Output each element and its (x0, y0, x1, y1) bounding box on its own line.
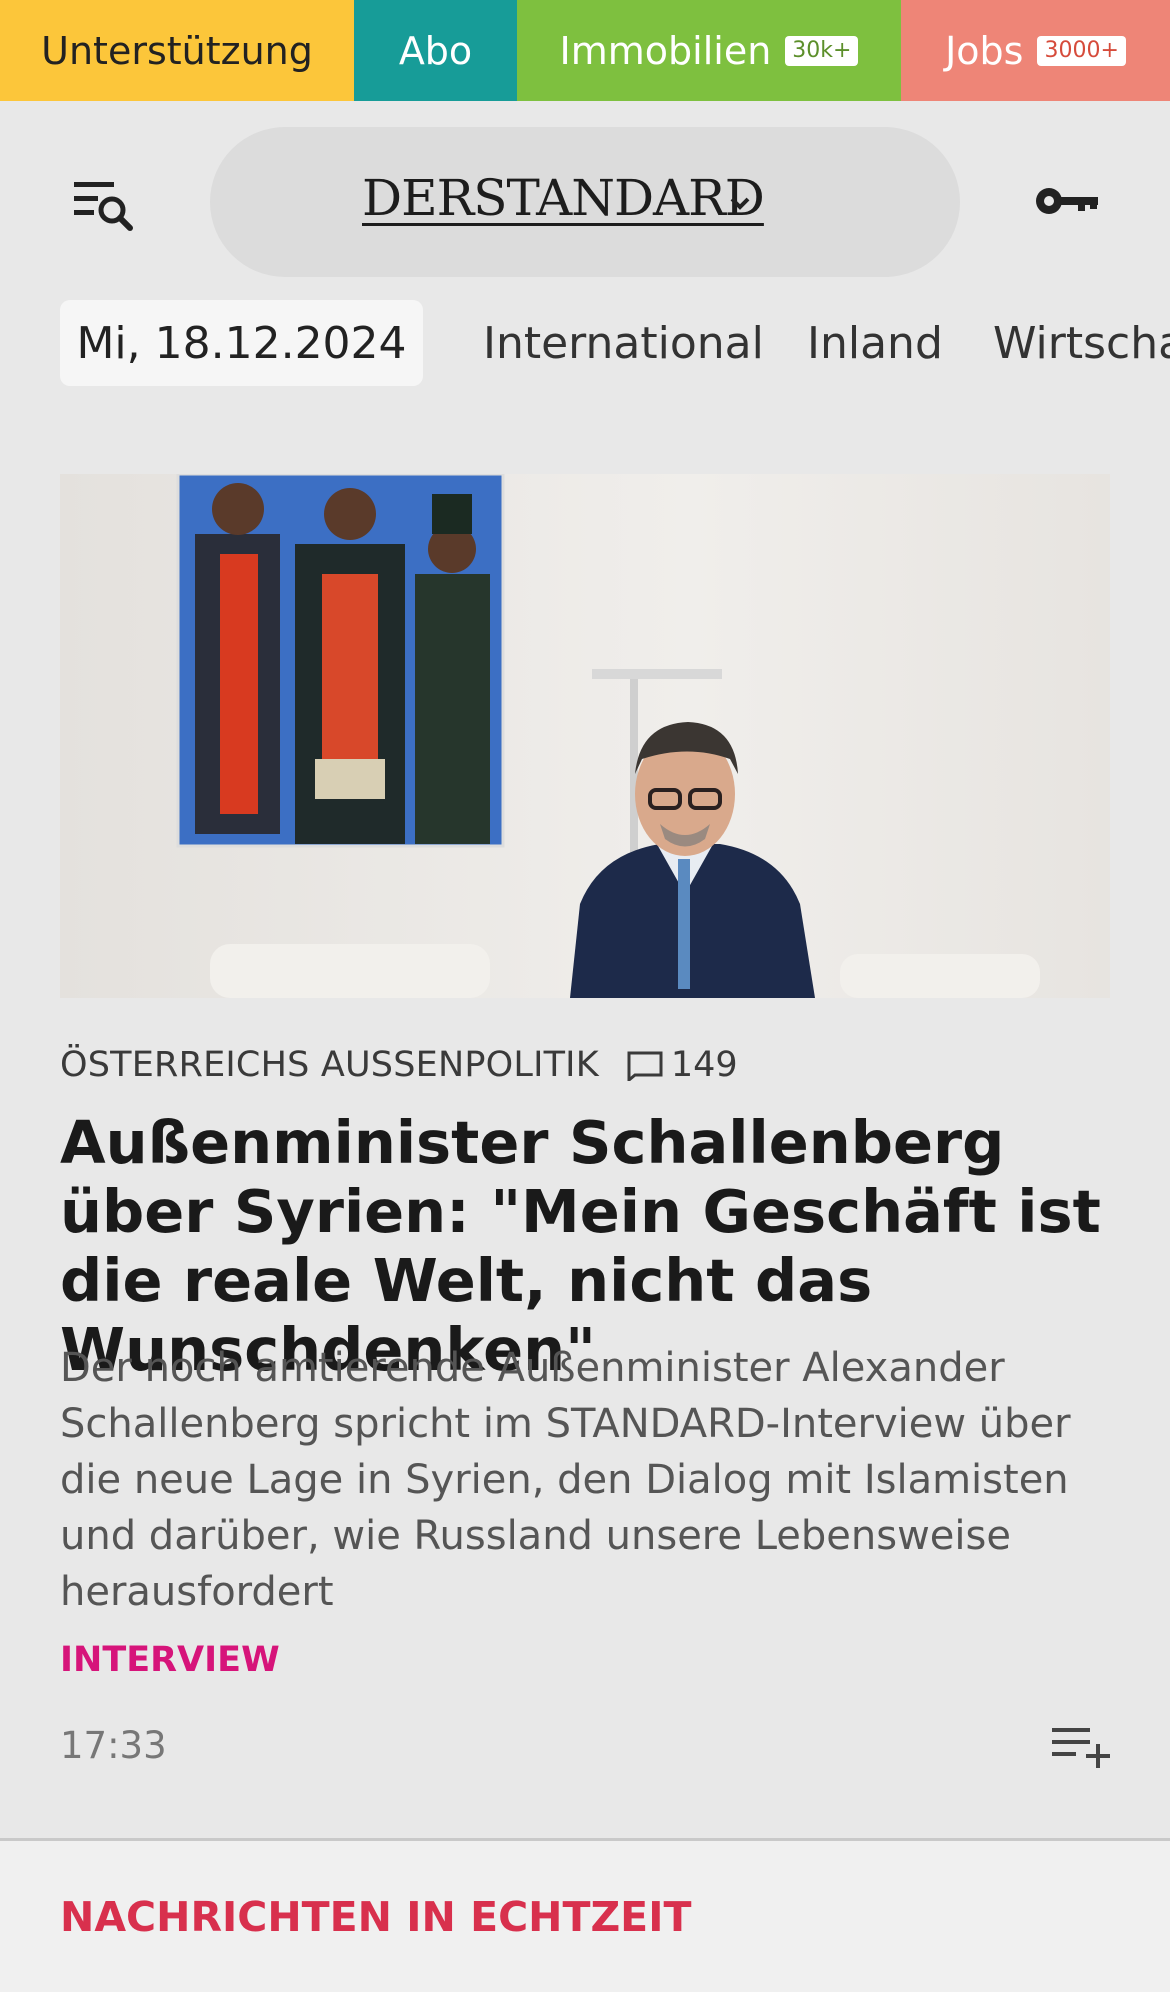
support-label: Unterstützung (41, 28, 313, 73)
immobilien-count-badge: 30k+ (785, 35, 859, 66)
comment-count: 149 (670, 1045, 738, 1085)
login-button[interactable] (1030, 171, 1110, 231)
site-header: DERSTANDARD (0, 101, 1170, 301)
menu-search-icon (74, 182, 133, 231)
article-time: 17:33 (60, 1724, 167, 1767)
chevron-down-icon (730, 197, 750, 210)
nav-item-wirtschaft[interactable]: Wirtschaft (993, 300, 1170, 386)
logo-edition-selector[interactable]: DERSTANDARD (210, 127, 960, 277)
article-teaser[interactable]: Der noch amtierende Außenminister Alexan… (60, 1340, 1110, 1620)
site-logo[interactable]: DERSTANDARD (362, 169, 765, 227)
hero-photo (60, 474, 1110, 998)
menu-search-button[interactable] (70, 176, 140, 236)
section-title[interactable]: NACHRICHTEN IN ECHTZEIT (60, 1893, 691, 1941)
article-meta: ÖSTERREICHS AUSSENPOLITIK 149 (60, 1040, 738, 1090)
key-icon (1036, 188, 1098, 214)
section-nav: Mi, 18.12.2024 International Inland Wirt… (0, 300, 1170, 388)
support-link[interactable]: Unterstützung (0, 0, 354, 101)
top-bar: Unterstützung Abo Immobilien 30k+ Jobs 3… (0, 0, 1170, 101)
nav-item-inland[interactable]: Inland (807, 300, 943, 386)
immobilien-link[interactable]: Immobilien 30k+ (517, 0, 901, 101)
current-date: Mi, 18.12.2024 (76, 317, 407, 369)
abo-label: Abo (398, 28, 473, 73)
immobilien-label: Immobilien (559, 28, 772, 73)
article-kicker[interactable]: ÖSTERREICHS AUSSENPOLITIK (60, 1045, 599, 1085)
live-news-section: NACHRICHTEN IN ECHTZEIT (0, 1841, 1170, 1992)
add-to-watchlist-button[interactable] (1050, 1724, 1112, 1774)
jobs-link[interactable]: Jobs 3000+ (901, 0, 1170, 101)
playlist-add-icon (1052, 1728, 1110, 1768)
abo-link[interactable]: Abo (354, 0, 517, 101)
comment-icon (627, 1051, 663, 1081)
article-tag: INTERVIEW (60, 1640, 280, 1680)
jobs-count-badge: 3000+ (1037, 35, 1126, 66)
comment-count-link[interactable]: 149 (625, 1045, 738, 1085)
jobs-label: Jobs (945, 28, 1024, 73)
nav-item-international[interactable]: International (483, 300, 764, 386)
article-hero-image[interactable] (60, 474, 1110, 998)
date-chip[interactable]: Mi, 18.12.2024 (60, 300, 423, 386)
